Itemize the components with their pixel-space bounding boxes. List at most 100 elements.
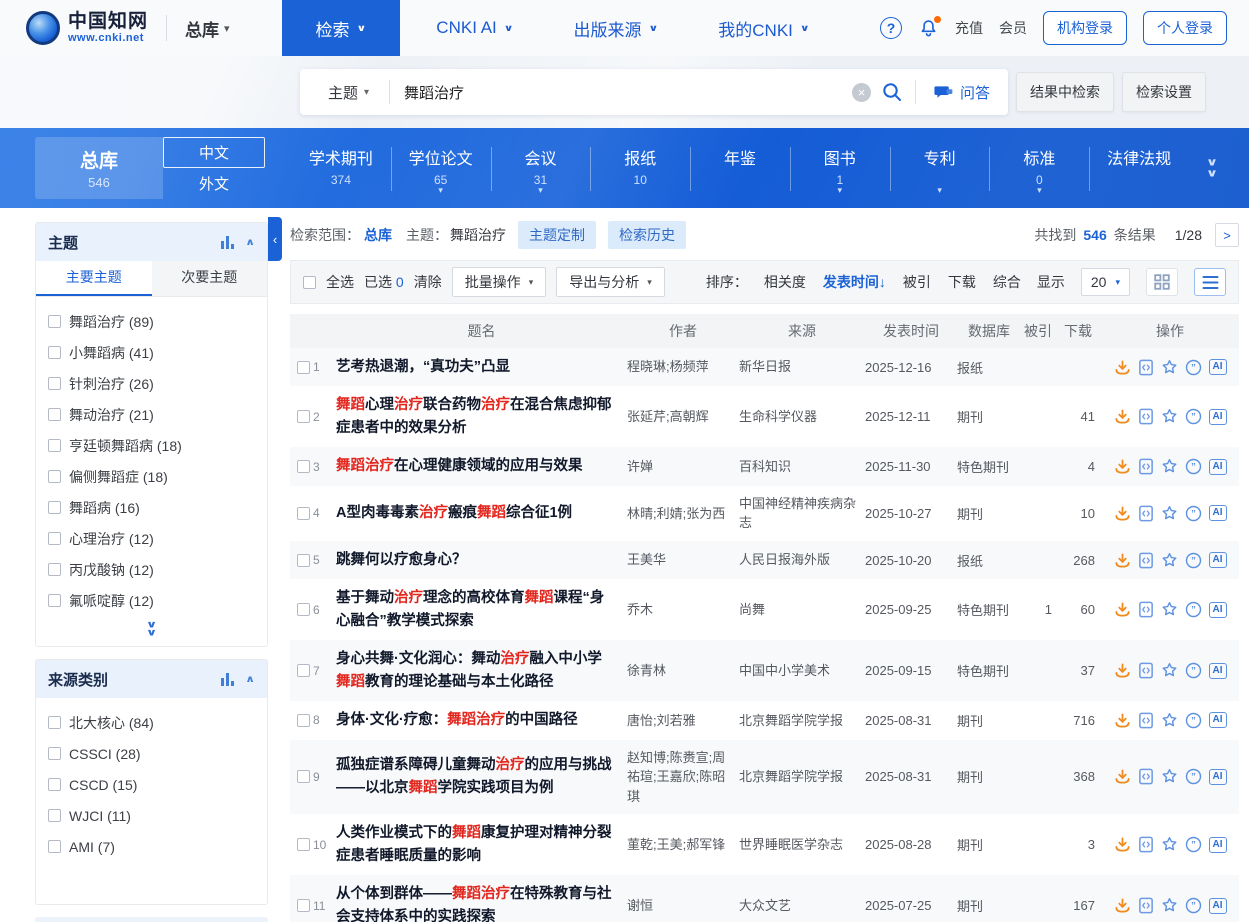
clear-selection-button[interactable]: 清除 (414, 272, 442, 292)
result-source[interactable]: 中国中小学美术 (739, 661, 865, 681)
bar-chart-icon[interactable] (221, 236, 235, 249)
row-checkbox[interactable] (297, 460, 310, 473)
list-view-button[interactable] (1194, 268, 1226, 296)
search-in-results-button[interactable]: 结果中检索 (1016, 72, 1114, 112)
result-authors[interactable]: 徐青林 (627, 661, 739, 681)
export-analyze-dropdown[interactable]: 导出与分析 ▾ (556, 267, 665, 297)
bar-chart-icon[interactable] (221, 673, 235, 686)
ai-assistant-button[interactable]: AI (1209, 459, 1227, 475)
filter-checkbox[interactable] (48, 470, 61, 483)
column-author[interactable]: 作者 (627, 321, 739, 341)
result-source[interactable]: 尚舞 (739, 600, 865, 620)
filter-checkbox[interactable] (48, 778, 61, 791)
row-checkbox[interactable] (297, 603, 310, 616)
ai-assistant-button[interactable]: AI (1209, 359, 1227, 375)
ai-assistant-button[interactable]: AI (1209, 769, 1227, 785)
sidebar-collapse-icon[interactable]: ‹ (268, 217, 282, 261)
result-title-link[interactable]: 跳舞何以疗愈身心？ (336, 552, 467, 568)
download-icon[interactable] (1114, 505, 1131, 522)
cite-quote-icon[interactable]: ” (1185, 552, 1202, 569)
result-download-count[interactable]: 60 (1055, 602, 1101, 617)
row-checkbox[interactable] (297, 899, 310, 912)
result-cited-count[interactable]: 1 (1021, 602, 1055, 617)
topic-filter-item[interactable]: 氟哌啶醇 (12) (48, 585, 255, 616)
favorite-star-icon[interactable] (1161, 712, 1178, 729)
favorite-star-icon[interactable] (1161, 552, 1178, 569)
filter-checkbox[interactable] (48, 408, 61, 421)
topic-filter-item[interactable]: 丙戊酸钠 (12) (48, 554, 255, 585)
result-authors[interactable]: 程晓琳;杨频萍 (627, 357, 739, 377)
html-read-icon[interactable] (1138, 768, 1154, 785)
sort-option[interactable]: 相关度 (764, 272, 806, 292)
download-icon[interactable] (1114, 897, 1131, 914)
db-tab[interactable]: 学位论文 65 ▾ (391, 143, 491, 193)
download-icon[interactable] (1114, 552, 1131, 569)
filter-checkbox[interactable] (48, 563, 61, 576)
result-source[interactable]: 百科知识 (739, 457, 865, 477)
topic-filter-item[interactable]: 偏侧舞蹈症 (18) (48, 461, 255, 492)
result-authors[interactable]: 张延芹;高朝辉 (627, 407, 739, 427)
tab-search[interactable]: 检索 ∨ (282, 0, 401, 56)
cite-quote-icon[interactable]: ” (1185, 458, 1202, 475)
scope-value[interactable]: 总库 (364, 225, 392, 245)
db-tab[interactable]: 标准 0 ▾ (989, 143, 1089, 193)
topic-filter-item[interactable]: 亨廷顿舞蹈病 (18) (48, 430, 255, 461)
result-title-link[interactable]: 基于舞动治疗理念的高校体育舞蹈课程“身心融合”教学模式探索 (336, 590, 604, 628)
lang-tab-foreign[interactable]: 外文 (163, 168, 265, 199)
search-input[interactable] (390, 84, 852, 101)
favorite-star-icon[interactable] (1161, 505, 1178, 522)
cite-quote-icon[interactable]: ” (1185, 505, 1202, 522)
show-more-topics-icon[interactable]: ∨ ∨ (36, 620, 267, 646)
html-read-icon[interactable] (1138, 601, 1154, 618)
download-icon[interactable] (1114, 408, 1131, 425)
row-checkbox[interactable] (297, 361, 310, 374)
db-tab-total-active[interactable]: 总库 546 (35, 137, 163, 199)
cite-quote-icon[interactable]: ” (1185, 768, 1202, 785)
result-title-link[interactable]: 身体·文化·疗愈：舞蹈治疗的中国路径 (336, 712, 578, 728)
select-all-checkbox[interactable] (303, 276, 316, 289)
source-filter-item[interactable]: CSCD (15) (48, 769, 255, 800)
filter-checkbox[interactable] (48, 377, 61, 390)
result-title-link[interactable]: 孤独症谱系障碍儿童舞动治疗的应用与挑战——以北京舞蹈学院实践项目为例 (336, 757, 612, 795)
html-read-icon[interactable] (1138, 836, 1154, 853)
filter-checkbox[interactable] (48, 594, 61, 607)
result-title-link[interactable]: 舞蹈治疗在心理健康领域的应用与效果 (336, 458, 583, 474)
favorite-star-icon[interactable] (1161, 662, 1178, 679)
download-icon[interactable] (1114, 662, 1131, 679)
result-source[interactable]: 北京舞蹈学院学报 (739, 767, 865, 787)
download-icon[interactable] (1114, 768, 1131, 785)
notification-bell-icon[interactable] (918, 18, 939, 39)
result-download-count[interactable]: 41 (1055, 409, 1101, 424)
html-read-icon[interactable] (1138, 662, 1154, 679)
cite-quote-icon[interactable]: ” (1185, 408, 1202, 425)
favorite-star-icon[interactable] (1161, 408, 1178, 425)
ai-assistant-button[interactable]: AI (1209, 409, 1227, 425)
next-page-button[interactable]: > (1215, 223, 1239, 247)
result-authors[interactable]: 林晴;利婧;张为西 (627, 504, 739, 524)
db-tab[interactable]: 图书 1 ▾ (790, 143, 890, 193)
row-checkbox[interactable] (297, 410, 310, 423)
column-date[interactable]: 发表时间 (865, 321, 957, 341)
result-download-count[interactable]: 268 (1055, 553, 1101, 568)
html-read-icon[interactable] (1138, 552, 1154, 569)
cite-quote-icon[interactable]: ” (1185, 359, 1202, 376)
library-switcher[interactable]: 总库 ▾ (185, 16, 230, 41)
tab-my-cnki[interactable]: 我的CNKI ∨ (688, 0, 839, 56)
download-icon[interactable] (1114, 458, 1131, 475)
topic-filter-item[interactable]: 舞动治疗 (21) (48, 399, 255, 430)
filter-checkbox[interactable] (48, 809, 61, 822)
result-authors[interactable]: 唐怡;刘若雅 (627, 711, 739, 731)
result-authors[interactable]: 许婵 (627, 457, 739, 477)
html-read-icon[interactable] (1138, 359, 1154, 376)
personal-login-button[interactable]: 个人登录 (1143, 11, 1227, 45)
cnki-logo[interactable]: 中国知网 www.cnki.net (26, 11, 148, 45)
result-source[interactable]: 中国神经精神疾病杂志 (739, 494, 865, 533)
column-source[interactable]: 来源 (739, 321, 865, 341)
html-read-icon[interactable] (1138, 458, 1154, 475)
result-title-link[interactable]: 人类作业模式下的舞蹈康复护理对精神分裂症患者睡眠质量的影响 (336, 825, 612, 863)
tab-secondary-topics[interactable]: 次要主题 (152, 261, 268, 296)
column-cited[interactable]: 被引 (1021, 321, 1055, 341)
db-bar-expand-icon[interactable]: ∨ ∨ (1189, 157, 1235, 179)
cite-quote-icon[interactable]: ” (1185, 712, 1202, 729)
ai-assistant-button[interactable]: AI (1209, 663, 1227, 679)
